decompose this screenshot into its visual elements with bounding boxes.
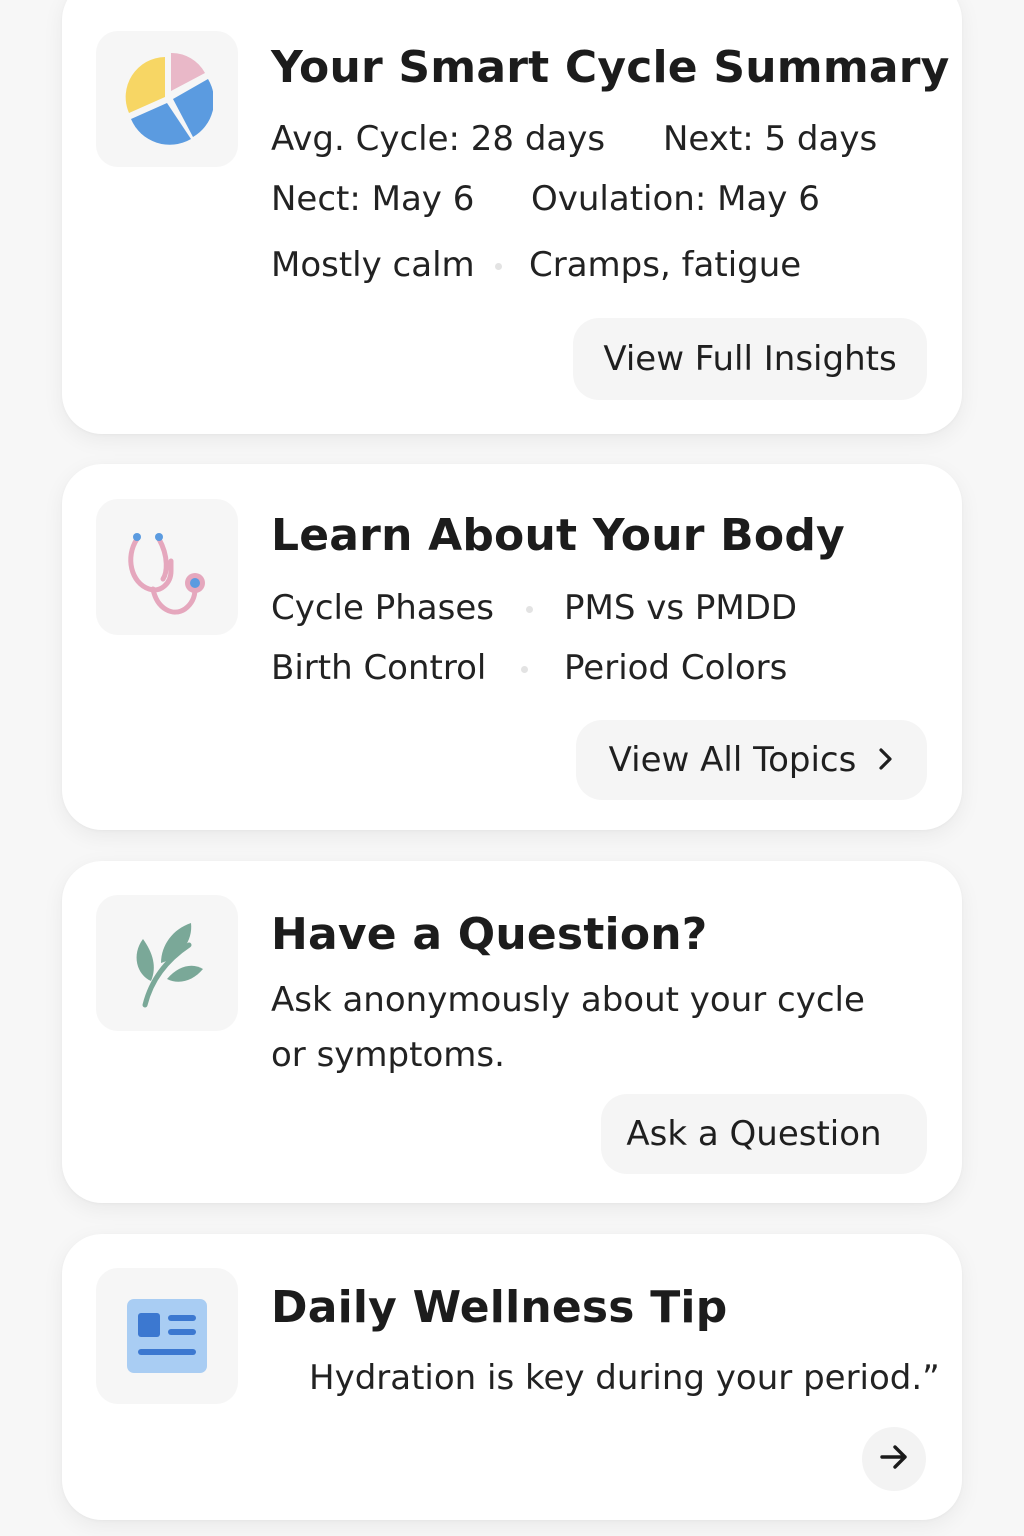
next-period-date: Nect: May 6 [271,179,475,219]
topic-pms-vs-pmdd[interactable]: PMS vs PMDD [564,588,797,628]
pie-chart-icon [125,53,213,145]
chevron-right-icon [878,740,894,780]
pie-chart-icon-tile [96,31,238,167]
next-period-countdown: Next: 5 days [663,119,878,159]
learn-body-card: Learn About Your Body Cycle Phases PMS v… [62,464,962,830]
avg-cycle-stat: Avg. Cycle: 28 days [271,119,606,159]
card-title: Daily Wellness Tip [271,1282,728,1333]
view-full-insights-button[interactable]: View Full Insights [573,318,927,400]
card-title: Learn About Your Body [271,510,845,561]
separator-dot [521,666,528,673]
article-icon-tile [96,1268,238,1404]
next-tip-button[interactable] [862,1427,926,1491]
mood-summary: Mostly calm [271,245,475,285]
button-label: Ask a Question [626,1114,882,1154]
leaf-icon-tile [96,895,238,1031]
view-all-topics-button[interactable]: View All Topics [576,720,927,800]
separator-dot [495,263,502,270]
wellness-tip-card: Daily Wellness Tip Hydration is key duri… [62,1234,962,1520]
question-description-line-1: Ask anonymously about your cycle [271,980,865,1020]
separator-dot [526,606,533,613]
wellness-tip-text: Hydration is key during your period.” [309,1358,940,1398]
cycle-summary-card: Your Smart Cycle Summary Avg. Cycle: 28 … [62,0,962,434]
leaf-icon [136,923,203,1008]
ask-question-button[interactable]: Ask a Question [601,1094,927,1174]
article-icon [127,1299,207,1373]
card-title: Your Smart Cycle Summary [271,42,950,93]
stethoscope-icon-tile [96,499,238,635]
button-label: View Full Insights [603,339,897,379]
stethoscope-icon [128,533,205,615]
button-label: View All Topics [608,740,857,780]
question-card: Have a Question? Ask anonymously about y… [62,861,962,1203]
topic-period-colors[interactable]: Period Colors [564,648,787,688]
card-title: Have a Question? [271,909,708,960]
symptoms-summary: Cramps, fatigue [529,245,802,285]
arrow-right-icon [879,1444,909,1474]
ovulation-date: Ovulation: May 6 [531,179,820,219]
question-description-line-2: or symptoms. [271,1035,505,1075]
topic-birth-control[interactable]: Birth Control [271,648,486,688]
topic-cycle-phases[interactable]: Cycle Phases [271,588,494,628]
